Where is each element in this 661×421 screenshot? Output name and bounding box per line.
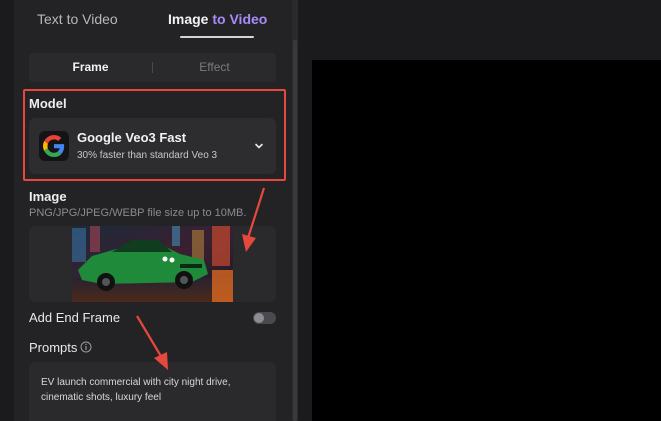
toggle-knob: [254, 313, 264, 323]
model-name: Google Veo3 Fast: [77, 130, 187, 145]
prompt-text: EV launch commercial with city night dri…: [41, 377, 231, 403]
info-icon[interactable]: [80, 341, 92, 353]
model-description: 30% faster than standard Veo 3: [77, 150, 218, 161]
segment-effect[interactable]: Effect: [153, 53, 276, 82]
image-hint: PNG/JPG/JPEG/WEBP file size up to 10MB.: [29, 207, 247, 219]
tab-image-to-video-prefix: Image: [168, 11, 213, 27]
google-g-icon: [39, 131, 69, 161]
uploaded-car-thumbnail: [72, 226, 233, 302]
scrollbar-thumb[interactable]: [293, 40, 297, 421]
active-tab-underline: [180, 36, 254, 38]
frame-effect-switch: Frame Effect: [29, 53, 276, 82]
model-dropdown[interactable]: Google Veo3 Fast 30% faster than standar…: [29, 118, 276, 174]
end-frame-label: Add End Frame: [29, 310, 121, 325]
app-window: Text to Video Image to Video Frame Effec…: [0, 0, 661, 421]
end-frame-toggle[interactable]: [253, 312, 276, 324]
tab-image-to-video-highlight: to Video: [212, 11, 268, 27]
prompt-textarea[interactable]: EV launch commercial with city night dri…: [29, 362, 276, 421]
chevron-down-icon: [255, 143, 263, 149]
mode-tabs: Text to Video Image to Video: [14, 0, 292, 40]
image-label: Image: [29, 189, 67, 204]
segment-frame[interactable]: Frame: [29, 53, 152, 82]
model-label: Model: [29, 96, 67, 111]
image-upload-area[interactable]: [29, 226, 276, 302]
video-preview-area: [312, 60, 661, 421]
tab-text-to-video[interactable]: Text to Video: [37, 10, 118, 30]
prompts-label: Prompts: [29, 340, 78, 355]
tab-image-to-video[interactable]: Image to Video: [168, 10, 267, 30]
